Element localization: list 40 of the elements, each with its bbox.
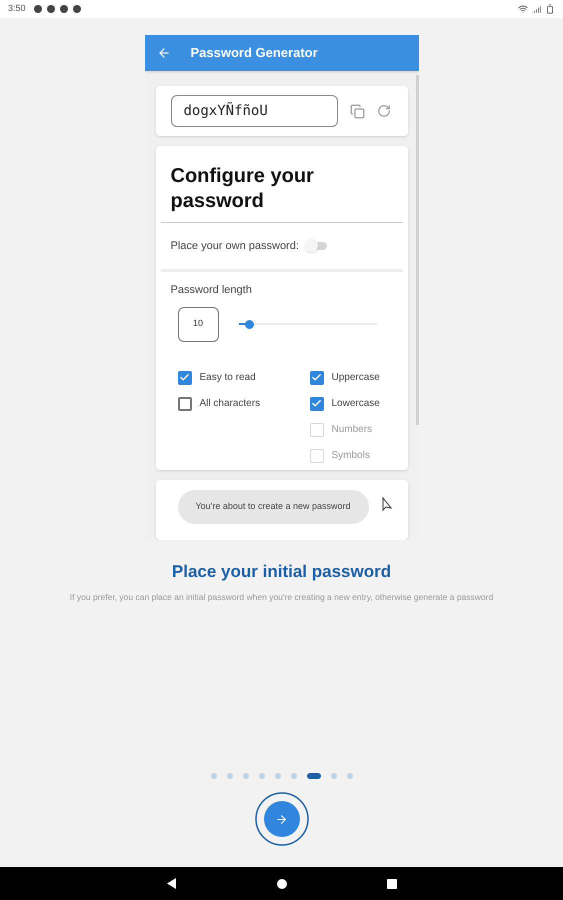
- option-label: Uppercase: [332, 371, 380, 385]
- app-bar-title: Password Generator: [190, 44, 318, 62]
- signal-icon: [532, 4, 541, 14]
- check-icon: [311, 398, 322, 409]
- recents-nav-icon[interactable]: [386, 878, 396, 888]
- option-label: All characters: [200, 397, 260, 411]
- home-nav-icon[interactable]: [276, 878, 286, 888]
- wifi-icon: [518, 4, 528, 14]
- page-description: If you prefer, you can place an initial password when you're creating a new entry, otherwise generate a password: [68, 592, 494, 602]
- length-label: Password length: [170, 283, 253, 298]
- checkbox[interactable]: [310, 370, 324, 384]
- toast-message: You're about to create a new password: [178, 490, 368, 524]
- page-title: Place your initial password: [170, 561, 392, 583]
- check-icon: [311, 372, 322, 383]
- option-label: Numbers: [332, 423, 372, 437]
- toggle-switch[interactable]: [306, 242, 327, 250]
- arrow-right-icon: [275, 812, 288, 826]
- back-nav-icon[interactable]: [166, 878, 176, 889]
- checkbox[interactable]: [178, 396, 192, 410]
- config-title: Configure your password: [170, 164, 315, 214]
- check-icon: [179, 372, 190, 383]
- battery-icon: [545, 4, 555, 14]
- length-field[interactable]: 10: [178, 306, 218, 342]
- checkbox[interactable]: [310, 396, 324, 410]
- option-label: Easy to read: [200, 371, 256, 385]
- password-field[interactable]: dogxYÑfñoU: [170, 95, 338, 127]
- copy-icon[interactable]: [350, 104, 364, 118]
- option-label: Lowercase: [332, 397, 380, 411]
- scrollbar[interactable]: [416, 75, 418, 425]
- own-password-label: Place your own password:: [170, 238, 299, 254]
- refresh-icon[interactable]: [376, 104, 390, 118]
- back-icon[interactable]: [156, 46, 170, 60]
- button-ring: [252, 790, 310, 848]
- cursor-icon: [380, 497, 392, 513]
- checkbox[interactable]: [178, 370, 192, 384]
- page-indicator[interactable]: [306, 773, 320, 779]
- option-label: Symbols: [332, 449, 370, 463]
- status-time: 3:50: [8, 2, 26, 16]
- slider-thumb[interactable]: [245, 320, 254, 328]
- next-button[interactable]: [264, 801, 300, 837]
